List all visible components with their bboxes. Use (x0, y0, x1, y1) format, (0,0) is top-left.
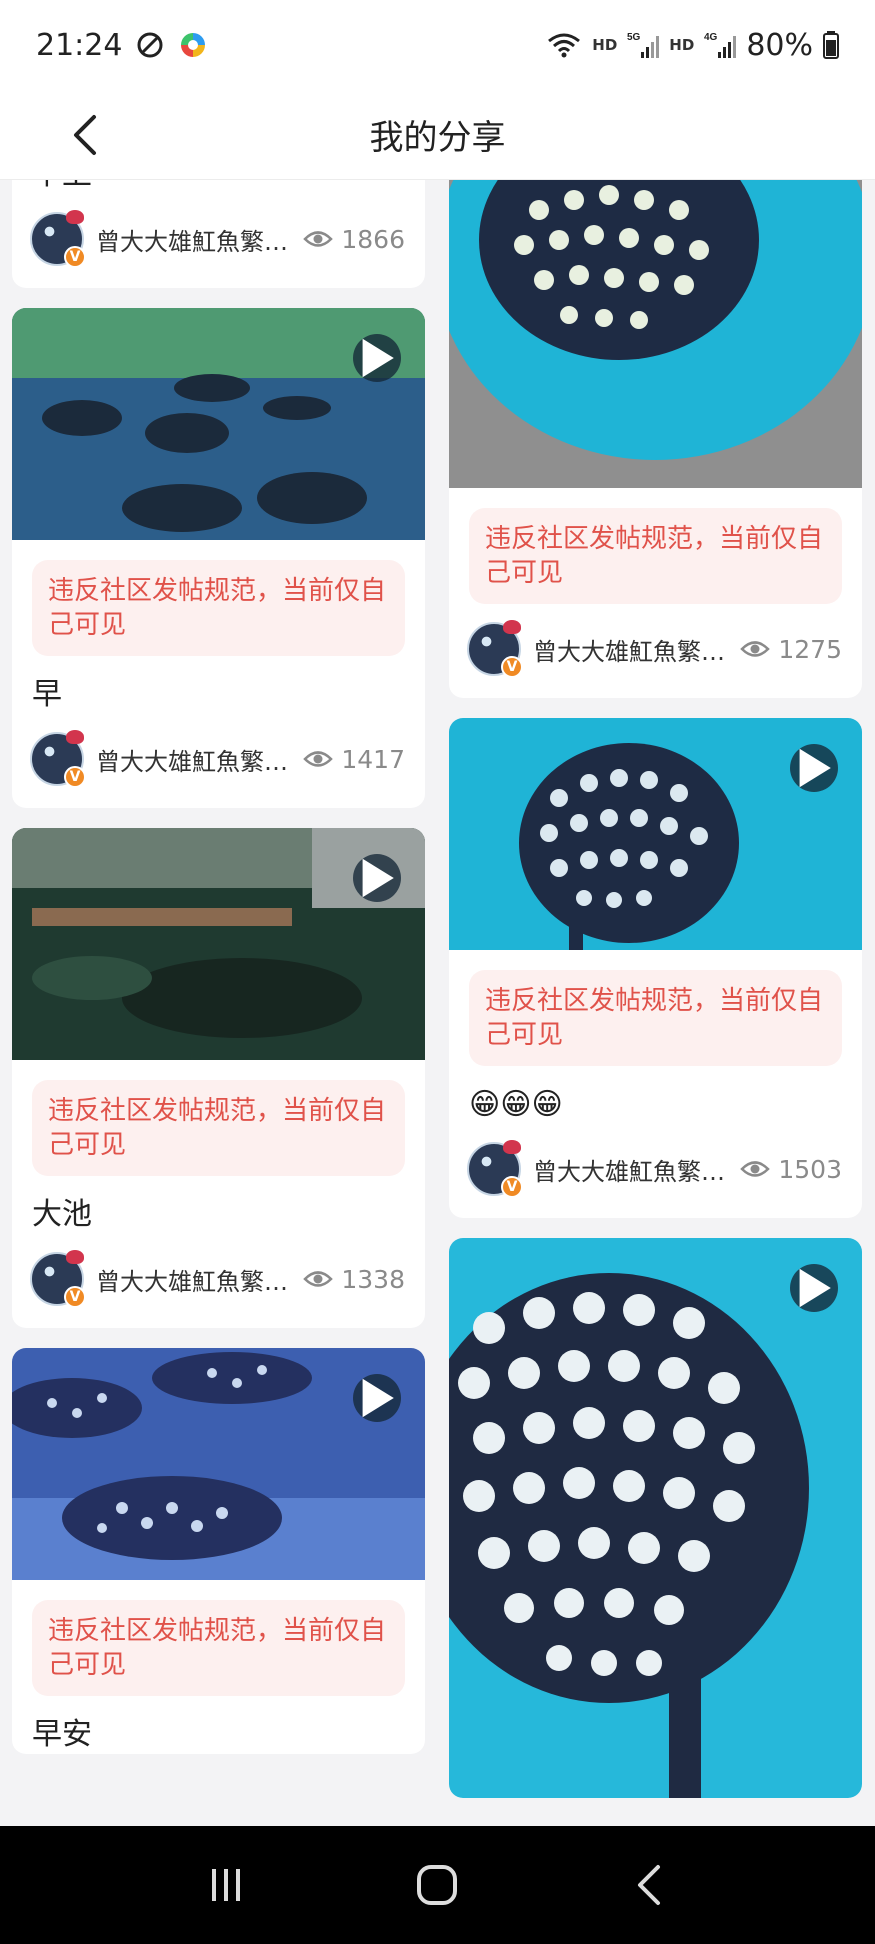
view-count-value: 1275 (778, 634, 842, 664)
status-bar: 21:24 HD 5G HD 4G 80% (0, 0, 875, 90)
author-name[interactable]: 曾大大雄魟魚繁殖場 (96, 1262, 291, 1297)
eye-icon (740, 1161, 771, 1177)
network-hd-label: HD (592, 36, 618, 54)
view-count-value: 1503 (778, 1154, 842, 1184)
recent-apps-button[interactable] (196, 1855, 256, 1915)
post-card[interactable]: 违反社区发帖规范，当前仅自己可见 😁😁😁 V 曾大大雄魟魚繁殖場 1503 (449, 718, 862, 1218)
violation-notice: 违反社区发帖规范，当前仅自己可见 (469, 508, 842, 604)
post-caption: 早安 (32, 1717, 92, 1752)
post-caption: 早 (32, 677, 62, 712)
post-card[interactable]: 违反社区发帖规范，当前仅自己可见 早 V 曾大大雄魟魚繁殖場 1417 (12, 308, 425, 808)
svg-text:4G: 4G (704, 32, 718, 43)
post-card[interactable] (449, 1238, 862, 1798)
author-name[interactable]: 曾大大雄魟魚繁殖場 (96, 222, 291, 257)
play-icon (790, 1264, 838, 1312)
verified-badge: V (501, 656, 523, 678)
verified-badge: V (501, 1176, 523, 1198)
view-count-value: 1338 (341, 1264, 405, 1294)
avatar[interactable]: V (467, 1140, 523, 1198)
post-meta: V 曾大大雄魟魚繁殖場 1338 (12, 1234, 425, 1328)
blocked-icon (136, 31, 164, 59)
violation-notice: 违反社区发帖规范，当前仅自己可见 (469, 970, 842, 1066)
author-name[interactable]: 曾大大雄魟魚繁殖場 (533, 1152, 728, 1187)
avatar[interactable]: V (30, 1250, 86, 1308)
status-time: 21:24 (36, 27, 123, 63)
feed-column-right: 违反社区发帖规范，当前仅自己可见 V 曾大大雄魟魚繁殖場 1275 违反社区发帖… (449, 180, 862, 1818)
eye-icon (740, 641, 771, 657)
verified-badge: V (64, 246, 86, 268)
signal-4g-icon: 4G (704, 30, 737, 60)
battery-percent: 80% (746, 27, 813, 63)
view-count: 1503 (740, 1155, 842, 1184)
violation-notice: 违反社区发帖规范，当前仅自己可见 (32, 560, 405, 656)
view-count-value: 1866 (341, 224, 405, 254)
view-count: 1338 (303, 1265, 405, 1294)
eye-icon (303, 231, 334, 247)
post-meta: V 曾大大雄魟魚繁殖場 1866 (12, 194, 425, 288)
chevron-left-icon (74, 115, 96, 155)
post-meta: V 曾大大雄魟魚繁殖場 1417 (12, 714, 425, 808)
view-count: 1866 (303, 225, 405, 254)
violation-notice: 违反社区发帖规范，当前仅自己可见 (32, 1600, 405, 1696)
post-meta: V 曾大大雄魟魚繁殖場 1275 (449, 604, 862, 698)
post-caption: 早上 (12, 180, 425, 194)
play-icon (790, 744, 838, 792)
svg-text:5G: 5G (627, 32, 641, 43)
post-thumbnail[interactable] (449, 180, 862, 488)
view-count-value: 1417 (341, 744, 405, 774)
feed-column-left: 早上 V 曾大大雄魟魚繁殖場 1866 (12, 180, 425, 1774)
post-card[interactable]: 违反社区发帖规范，当前仅自己可见 V 曾大大雄魟魚繁殖場 1275 (449, 180, 862, 698)
post-caption: 大池 (32, 1197, 92, 1232)
share-feed[interactable]: 早上 V 曾大大雄魟魚繁殖場 1866 (0, 180, 875, 1826)
page-title: 我的分享 (369, 118, 506, 158)
back-icon (638, 1865, 661, 1905)
post-card[interactable]: 违反社区发帖规范，当前仅自己可见 早安 (12, 1348, 425, 1754)
home-button[interactable] (407, 1855, 467, 1915)
play-icon (353, 334, 401, 382)
back-nav-button[interactable] (619, 1855, 679, 1915)
post-thumbnail[interactable] (12, 1348, 425, 1580)
battery-icon (823, 31, 839, 59)
play-icon (353, 1374, 401, 1422)
system-nav-bar (0, 1826, 875, 1944)
post-thumbnail[interactable] (449, 718, 862, 950)
signal-5g-icon: 5G (627, 30, 660, 60)
app-header: 我的分享 (0, 90, 875, 180)
avatar[interactable]: V (30, 210, 86, 268)
post-thumbnail[interactable] (12, 308, 425, 540)
stingray-bowl-image (449, 180, 862, 488)
wifi-icon (546, 31, 582, 59)
home-icon (417, 1865, 458, 1905)
view-count: 1275 (740, 635, 842, 664)
recent-apps-icon (211, 1869, 240, 1901)
verified-badge: V (64, 766, 86, 788)
play-icon (353, 854, 401, 902)
eye-icon (303, 751, 334, 767)
post-meta: V 曾大大雄魟魚繁殖場 1503 (449, 1124, 862, 1218)
author-name[interactable]: 曾大大雄魟魚繁殖場 (96, 742, 291, 777)
avatar[interactable]: V (467, 620, 523, 678)
post-thumbnail[interactable] (12, 828, 425, 1060)
app-colorful-icon (178, 30, 208, 60)
back-button[interactable] (58, 108, 112, 162)
post-card[interactable]: 早上 V 曾大大雄魟魚繁殖場 1866 (12, 180, 425, 288)
view-count: 1417 (303, 745, 405, 774)
stingray-closeup-image (449, 1238, 862, 1798)
post-card[interactable]: 违反社区发帖规范，当前仅自己可见 大池 V 曾大大雄魟魚繁殖場 1338 (12, 828, 425, 1328)
author-name[interactable]: 曾大大雄魟魚繁殖場 (533, 632, 728, 667)
avatar[interactable]: V (30, 730, 86, 788)
verified-badge: V (64, 1286, 86, 1308)
violation-notice: 违反社区发帖规范，当前仅自己可见 (32, 1080, 405, 1176)
network-hd2-label: HD (669, 36, 695, 54)
post-thumbnail[interactable] (449, 1238, 862, 1798)
eye-icon (303, 1271, 334, 1287)
post-caption: 😁😁😁 (469, 1087, 563, 1122)
